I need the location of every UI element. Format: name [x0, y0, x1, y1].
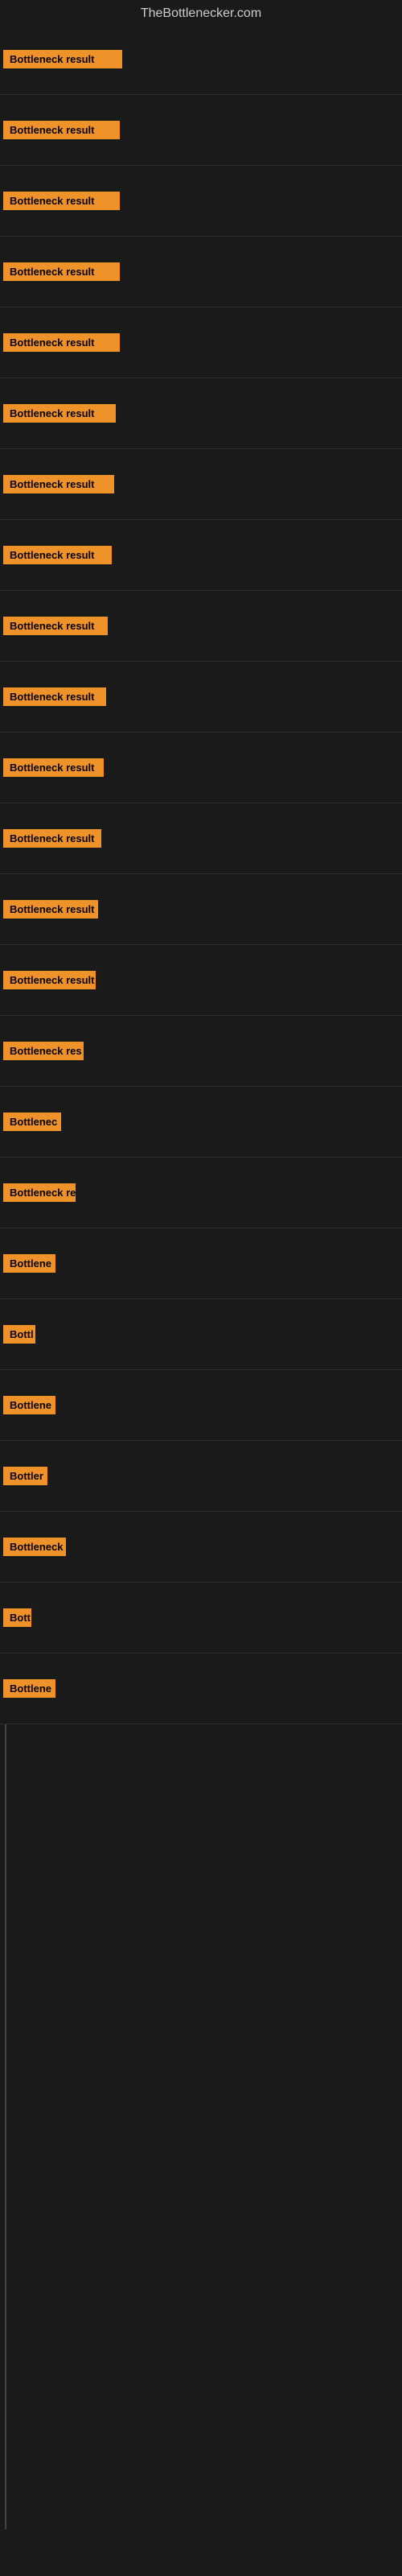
bar-row-10: Bottleneck result [0, 662, 402, 733]
bar-row-7: Bottleneck result [0, 449, 402, 520]
bottleneck-bar-6: Bottleneck result [3, 404, 116, 423]
bottleneck-bar-5: Bottleneck result [3, 333, 120, 352]
bar-row-11: Bottleneck result [0, 733, 402, 803]
bar-row-23: Bott [0, 1583, 402, 1653]
bottleneck-bar-7: Bottleneck result [3, 475, 114, 493]
bottleneck-bar-11: Bottleneck result [3, 758, 104, 777]
bottleneck-bar-15: Bottleneck res [3, 1042, 84, 1060]
bottleneck-bar-18: Bottlene [3, 1254, 55, 1273]
bar-row-21: Bottler [0, 1441, 402, 1512]
bottleneck-bar-3: Bottleneck result [3, 192, 120, 210]
bottleneck-bar-10: Bottleneck result [3, 687, 106, 706]
bottleneck-bar-24: Bottlene [3, 1679, 55, 1698]
bar-row-18: Bottlene [0, 1228, 402, 1299]
bar-row-14: Bottleneck result [0, 945, 402, 1016]
bar-row-24: Bottlene [0, 1653, 402, 1724]
bar-row-2: Bottleneck result [0, 95, 402, 166]
bottleneck-bar-17: Bottleneck re [3, 1183, 76, 1202]
bottleneck-bar-22: Bottleneck [3, 1538, 66, 1556]
bar-row-12: Bottleneck result [0, 803, 402, 874]
bottleneck-bar-1: Bottleneck result [3, 50, 122, 68]
lower-section [0, 1724, 402, 2529]
bottleneck-bar-13: Bottleneck result [3, 900, 98, 919]
bar-row-9: Bottleneck result [0, 591, 402, 662]
bar-row-6: Bottleneck result [0, 378, 402, 449]
bar-row-22: Bottleneck [0, 1512, 402, 1583]
bottleneck-bar-12: Bottleneck result [3, 829, 101, 848]
axis-line [5, 1724, 6, 2529]
page-container: TheBottlenecker.com Bottleneck resultBot… [0, 0, 402, 2576]
bottleneck-bar-23: Bott [3, 1608, 31, 1627]
bottleneck-bar-19: Bottl [3, 1325, 35, 1344]
bars-container: Bottleneck result Bottleneck result Bottle… [0, 24, 402, 1724]
bar-row-19: Bottl [0, 1299, 402, 1370]
bottleneck-bar-21: Bottler [3, 1467, 47, 1485]
bottleneck-bar-14: Bottleneck result [3, 971, 96, 989]
bottleneck-bar-2: Bottleneck result [3, 121, 120, 139]
bottleneck-bar-20: Bottlene [3, 1396, 55, 1414]
bottleneck-bar-16: Bottlenec [3, 1113, 61, 1131]
bar-row-4: Bottleneck result [0, 237, 402, 308]
bar-row-1: Bottleneck result [0, 24, 402, 95]
bar-row-5: Bottleneck result [0, 308, 402, 378]
bar-row-20: Bottlene [0, 1370, 402, 1441]
bar-row-17: Bottleneck re [0, 1158, 402, 1228]
bottleneck-bar-4: Bottleneck result [3, 262, 120, 281]
bar-row-15: Bottleneck res [0, 1016, 402, 1087]
site-title: TheBottlenecker.com [0, 0, 402, 24]
bar-row-8: Bottleneck result [0, 520, 402, 591]
bottleneck-bar-9: Bottleneck result [3, 617, 108, 635]
bar-row-13: Bottleneck result [0, 874, 402, 945]
bottleneck-bar-8: Bottleneck result [3, 546, 112, 564]
bar-row-3: Bottleneck result [0, 166, 402, 237]
bar-row-16: Bottlenec [0, 1087, 402, 1158]
